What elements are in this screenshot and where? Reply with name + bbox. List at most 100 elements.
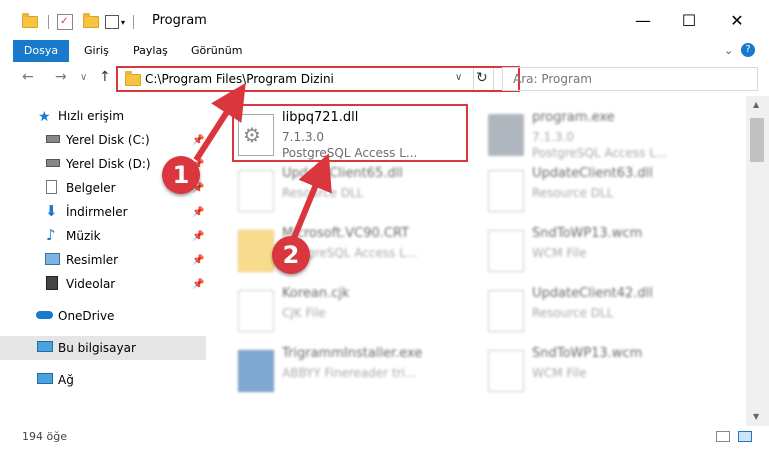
file-item[interactable]: SndToWP13.wcm WCM File xyxy=(482,222,722,278)
up-button[interactable]: ↑ xyxy=(99,69,111,85)
sidebar-item-label: Yerel Disk (D:) xyxy=(66,157,151,171)
minimize-button[interactable]: — xyxy=(620,0,666,40)
file-name: program.exe xyxy=(532,110,615,125)
file-item-program-exe[interactable]: program.exe 7.1.3.0 PostgreSQL Access L.… xyxy=(482,106,722,162)
document-icon xyxy=(488,230,524,272)
tab-share[interactable]: Paylaş xyxy=(133,40,168,62)
file-item[interactable]: UpdateClient42.dll Resource DLL xyxy=(482,282,722,338)
callout-number: 1 xyxy=(162,156,200,194)
view-icon[interactable] xyxy=(105,15,119,29)
navigation-pane: ★ Hızlı erişim Yerel Disk (C:) 📌 Yerel D… xyxy=(0,96,206,426)
close-button[interactable]: ✕ xyxy=(714,0,760,40)
file-item[interactable]: TrigrammInstaller.exe ABBYY Finereader t… xyxy=(232,342,472,398)
details-view-icon[interactable] xyxy=(716,431,730,442)
sidebar-item-quick-access[interactable]: ★ Hızlı erişim xyxy=(0,104,206,128)
sidebar-item-pictures[interactable]: Resimler 📌 xyxy=(0,248,206,272)
tiles-view-icon[interactable] xyxy=(738,431,752,442)
pin-icon[interactable]: 📌 xyxy=(192,207,204,218)
sidebar-item-label: OneDrive xyxy=(58,309,115,323)
status-bar: 194 öğe xyxy=(0,426,769,464)
file-item[interactable]: UpdateClient65.dll Resource DLL xyxy=(232,162,472,218)
file-item[interactable]: Korean.cjk CJK File xyxy=(232,282,472,338)
scroll-down-icon[interactable]: ▼ xyxy=(753,412,759,421)
new-folder-icon[interactable] xyxy=(83,13,99,28)
file-type: Resource DLL xyxy=(532,186,614,200)
file-highlight-box xyxy=(232,104,468,162)
folder-icon xyxy=(22,13,38,28)
file-type: Resource DLL xyxy=(532,306,614,320)
sidebar-item-videos[interactable]: Videolar 📌 xyxy=(0,272,206,296)
back-button[interactable]: ← xyxy=(22,69,34,85)
file-name: SndToWP13.wcm xyxy=(532,226,643,241)
sidebar-item-label: Videolar xyxy=(66,277,116,291)
file-version: 7.1.3.0 xyxy=(532,130,574,144)
separator xyxy=(133,15,135,29)
file-name: SndToWP13.wcm xyxy=(532,346,643,361)
file-type: WCM File xyxy=(532,366,587,380)
pin-icon[interactable]: 📌 xyxy=(192,255,204,266)
maximize-button[interactable]: ☐ xyxy=(666,0,712,40)
cloud-icon xyxy=(36,311,53,319)
sidebar-item-music[interactable]: ♪ Müzik 📌 xyxy=(0,224,206,248)
navigation-bar: ← → ∨ ↑ C:\Program Files\Program Dizini … xyxy=(0,62,769,96)
scroll-up-icon[interactable]: ▲ xyxy=(753,100,759,109)
properties-icon[interactable]: ✓ xyxy=(57,14,73,30)
download-icon: ⬇ xyxy=(45,202,58,220)
item-count: 194 öğe xyxy=(22,430,67,443)
exe-file-icon xyxy=(488,114,524,156)
network-icon xyxy=(37,373,53,384)
document-icon xyxy=(238,290,274,332)
customize-dropdown-icon[interactable]: ▾ xyxy=(121,18,125,27)
forward-button[interactable]: → xyxy=(55,69,67,85)
address-highlight-box xyxy=(116,66,520,92)
search-placeholder: Ara: Program xyxy=(513,72,592,86)
quick-access-toolbar: ✓ ▾ xyxy=(22,12,135,32)
pictures-icon xyxy=(45,253,60,265)
file-description: PostgreSQL Access L... xyxy=(532,146,668,160)
dll-file-icon xyxy=(488,170,524,212)
sidebar-item-label: İndirmeler xyxy=(66,205,128,219)
file-name: Korean.cjk xyxy=(282,286,350,301)
file-item[interactable]: SndToWP13.wcm WCM File xyxy=(482,342,722,398)
vertical-scrollbar[interactable]: ▲ ▼ xyxy=(746,96,769,426)
sidebar-item-label: Belgeler xyxy=(66,181,116,195)
installer-icon xyxy=(238,350,274,392)
file-item[interactable]: Microsoft.VC90.CRT PostgreSQL Access L..… xyxy=(232,222,472,278)
title-bar: ✓ ▾ Program — ☐ ✕ xyxy=(0,0,769,40)
scrollbar-thumb[interactable] xyxy=(750,118,764,162)
sidebar-item-this-pc[interactable]: Bu bilgisayar xyxy=(0,336,206,360)
dll-file-icon xyxy=(488,290,524,332)
documents-icon xyxy=(46,180,57,194)
drive-icon xyxy=(46,159,60,167)
sidebar-item-network[interactable]: Ağ xyxy=(0,368,206,392)
file-item[interactable]: UpdateClient63.dll Resource DLL xyxy=(482,162,722,218)
pin-icon[interactable]: 📌 xyxy=(192,279,204,290)
pin-icon[interactable]: 📌 xyxy=(192,231,204,242)
file-name: UpdateClient63.dll xyxy=(532,166,653,181)
tab-view[interactable]: Görünüm xyxy=(191,40,242,62)
search-input[interactable]: Ara: Program xyxy=(502,67,758,91)
file-type: WCM File xyxy=(532,246,587,260)
sidebar-item-label: Müzik xyxy=(66,229,101,243)
file-name: TrigrammInstaller.exe xyxy=(282,346,423,361)
pin-icon[interactable]: 📌 xyxy=(192,135,204,146)
sidebar-item-drive-c[interactable]: Yerel Disk (C:) 📌 xyxy=(0,128,206,152)
tab-home[interactable]: Giriş xyxy=(84,40,109,62)
separator xyxy=(48,15,49,29)
sidebar-item-label: Bu bilgisayar xyxy=(58,341,136,355)
recent-locations-button[interactable]: ∨ xyxy=(80,72,87,83)
dll-file-icon xyxy=(238,170,274,212)
file-name: UpdateClient42.dll xyxy=(532,286,653,301)
sidebar-item-label: Yerel Disk (C:) xyxy=(66,133,150,147)
sidebar-item-downloads[interactable]: ⬇ İndirmeler 📌 xyxy=(0,200,206,224)
star-icon: ★ xyxy=(38,109,51,125)
help-button[interactable]: ? xyxy=(741,43,755,57)
callout-number: 2 xyxy=(272,236,310,274)
tab-file[interactable]: Dosya xyxy=(13,40,69,62)
file-name: UpdateClient65.dll xyxy=(282,166,403,181)
computer-icon xyxy=(37,341,53,352)
sidebar-item-label: Ağ xyxy=(58,373,74,387)
sidebar-item-onedrive[interactable]: OneDrive xyxy=(0,304,206,328)
file-type: Resource DLL xyxy=(282,186,364,200)
expand-ribbon-button[interactable]: ⌄ xyxy=(724,40,733,62)
